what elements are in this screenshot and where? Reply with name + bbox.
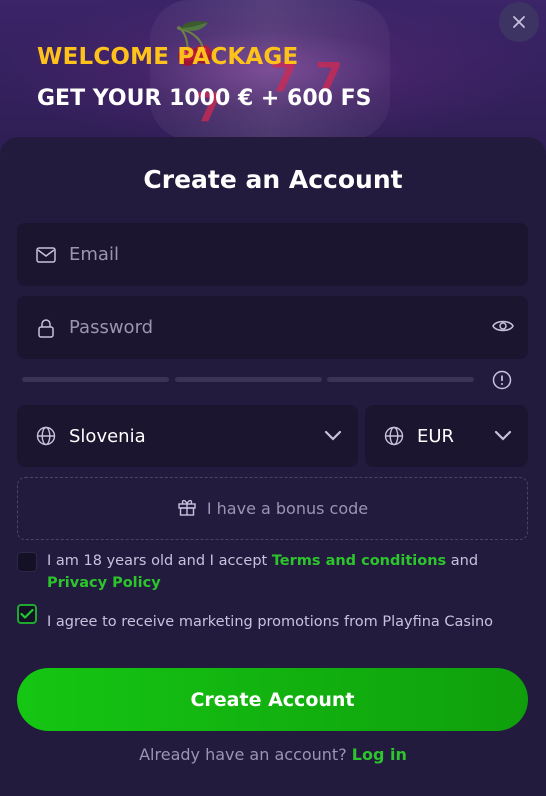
privacy-policy-link[interactable]: Privacy Policy bbox=[47, 575, 161, 591]
email-field[interactable]: Email bbox=[17, 223, 528, 286]
bonus-code-toggle[interactable]: I have a bonus code bbox=[17, 477, 528, 540]
close-button[interactable] bbox=[499, 2, 539, 42]
password-strength-segment bbox=[327, 377, 474, 382]
check-icon bbox=[20, 608, 34, 619]
terms-text: I am 18 years old and I accept bbox=[47, 553, 272, 569]
terms-link[interactable]: Terms and conditions bbox=[272, 553, 446, 569]
create-account-button[interactable]: Create Account bbox=[17, 668, 528, 731]
email-placeholder: Email bbox=[69, 244, 119, 265]
page-title: Create an Account bbox=[143, 165, 403, 194]
currency-select[interactable]: EUR bbox=[365, 405, 528, 467]
password-field[interactable]: Password bbox=[17, 296, 528, 359]
chevron-down-icon bbox=[324, 426, 342, 447]
terms-consent-text: I am 18 years old and I accept Terms and… bbox=[47, 550, 522, 594]
gift-icon bbox=[177, 497, 197, 521]
country-select[interactable]: Slovenia bbox=[17, 405, 358, 467]
terms-checkbox[interactable] bbox=[17, 552, 37, 572]
create-account-label: Create Account bbox=[190, 688, 355, 711]
marketing-consent-text: I agree to receive marketing promotions … bbox=[47, 614, 494, 630]
password-strength-segment bbox=[22, 377, 169, 382]
close-icon bbox=[513, 16, 525, 28]
eye-icon[interactable] bbox=[492, 318, 514, 339]
password-strength-segment bbox=[175, 377, 322, 382]
bonus-code-label: I have a bonus code bbox=[206, 499, 369, 518]
terms-and-text: and bbox=[446, 553, 479, 569]
marketing-checkbox[interactable] bbox=[17, 604, 37, 624]
login-prompt: Already have an account? Log in bbox=[0, 745, 546, 764]
mail-icon bbox=[35, 244, 57, 266]
globe-icon bbox=[35, 425, 57, 447]
login-question: Already have an account? bbox=[139, 745, 347, 764]
slot-machine-illustration: 🍒 7 7 7 bbox=[150, 0, 390, 140]
currency-value: EUR bbox=[417, 425, 455, 447]
promo-banner: 🍒 7 7 7 bbox=[0, 0, 546, 150]
login-link[interactable]: Log in bbox=[352, 745, 407, 764]
country-value: Slovenia bbox=[69, 425, 146, 447]
chevron-down-icon bbox=[494, 426, 512, 447]
info-icon[interactable] bbox=[492, 370, 512, 390]
promo-offer: GET YOUR 1000 € + 600 FS bbox=[37, 86, 372, 111]
globe-icon bbox=[383, 425, 405, 447]
lock-icon bbox=[35, 317, 57, 339]
promo-headline: WELCOME PACKAGE bbox=[37, 44, 299, 70]
password-placeholder: Password bbox=[69, 317, 154, 338]
